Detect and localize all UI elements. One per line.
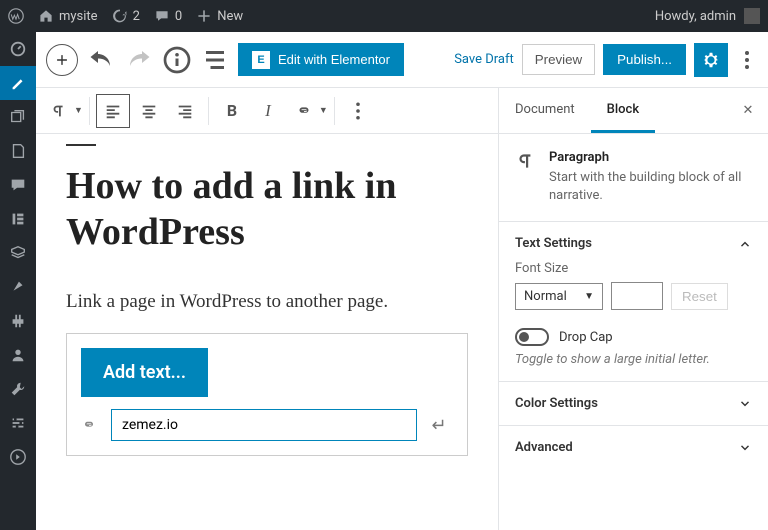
new-link[interactable]: New bbox=[196, 8, 243, 24]
chevron-down-icon: ▼ bbox=[584, 291, 594, 302]
editor-canvas: ▼ B I ▼ How to add a link in WordPress L… bbox=[36, 88, 498, 530]
font-size-label: Font Size bbox=[515, 261, 752, 276]
align-right-button[interactable] bbox=[168, 94, 202, 128]
avatar[interactable] bbox=[744, 8, 760, 24]
title-separator bbox=[66, 144, 96, 146]
chevron-down-icon bbox=[738, 441, 752, 455]
font-size-select[interactable]: Normal▼ bbox=[515, 283, 603, 310]
section-text-settings: Text Settings Font Size Normal▼ Reset Dr… bbox=[499, 222, 768, 382]
align-left-button[interactable] bbox=[96, 94, 130, 128]
elementor-icon: E bbox=[252, 51, 270, 69]
chevron-up-icon bbox=[738, 237, 752, 251]
sidebar-comments-icon[interactable] bbox=[0, 168, 36, 202]
sidebar-elementor-icon[interactable] bbox=[0, 202, 36, 236]
section-color-settings: Color Settings bbox=[499, 382, 768, 426]
block-more-button[interactable] bbox=[341, 94, 375, 128]
sidebar-pages-icon[interactable] bbox=[0, 134, 36, 168]
drop-cap-hint: Toggle to show a large initial letter. bbox=[515, 352, 752, 367]
sidebar-appearance-icon[interactable] bbox=[0, 270, 36, 304]
more-menu-button[interactable] bbox=[736, 51, 758, 69]
text-settings-toggle[interactable]: Text Settings bbox=[515, 236, 752, 251]
section-advanced: Advanced bbox=[499, 426, 768, 469]
publish-button[interactable]: Publish... bbox=[603, 44, 686, 75]
link-url-input[interactable] bbox=[111, 409, 417, 441]
sidebar-posts-icon[interactable] bbox=[0, 66, 36, 100]
admin-sidebar bbox=[0, 32, 36, 530]
editing-block[interactable]: Add text... ↵ bbox=[66, 333, 468, 456]
sidebar-settings-icon[interactable] bbox=[0, 406, 36, 440]
editor: EEdit with Elementor Save Draft Preview … bbox=[36, 32, 768, 530]
sidebar-collapse-icon[interactable] bbox=[0, 440, 36, 474]
site-name: mysite bbox=[59, 9, 98, 24]
add-block-button[interactable] bbox=[46, 44, 78, 76]
preview-button[interactable]: Preview bbox=[522, 44, 595, 75]
page-title[interactable]: How to add a link in WordPress bbox=[66, 164, 468, 255]
block-toolbar: ▼ B I ▼ bbox=[36, 88, 498, 134]
block-type-desc: Start with the building block of all nar… bbox=[549, 169, 752, 205]
link-icon bbox=[81, 417, 103, 433]
settings-sidebar: Document Block ✕ Paragraph Start with th… bbox=[498, 88, 768, 530]
sidebar-tools-icon[interactable] bbox=[0, 372, 36, 406]
info-button[interactable] bbox=[162, 45, 192, 75]
tab-document[interactable]: Document bbox=[499, 88, 591, 133]
tab-block[interactable]: Block bbox=[591, 88, 655, 133]
save-draft-link[interactable]: Save Draft bbox=[454, 52, 514, 67]
paragraph-icon bbox=[515, 150, 537, 172]
block-type-title: Paragraph bbox=[549, 150, 752, 165]
settings-toggle-button[interactable] bbox=[694, 43, 728, 77]
color-settings-toggle[interactable]: Color Settings bbox=[515, 396, 752, 411]
align-center-button[interactable] bbox=[132, 94, 166, 128]
add-text-placeholder[interactable]: Add text... bbox=[81, 348, 208, 397]
close-panel-button[interactable]: ✕ bbox=[728, 88, 768, 133]
paragraph-block[interactable]: Link a page in WordPress to another page… bbox=[66, 291, 468, 313]
outline-button[interactable] bbox=[200, 45, 230, 75]
sidebar-media-icon[interactable] bbox=[0, 100, 36, 134]
sidebar-plugins-icon[interactable] bbox=[0, 304, 36, 338]
new-label: New bbox=[217, 9, 243, 24]
sidebar-users-icon[interactable] bbox=[0, 338, 36, 372]
editor-top-toolbar: EEdit with Elementor Save Draft Preview … bbox=[36, 32, 768, 88]
block-type-button[interactable] bbox=[42, 94, 76, 128]
sidebar-templates-icon[interactable] bbox=[0, 236, 36, 270]
link-submit-button[interactable]: ↵ bbox=[425, 415, 453, 436]
elementor-label: Edit with Elementor bbox=[278, 52, 390, 67]
panel-tabs: Document Block ✕ bbox=[499, 88, 768, 134]
undo-button[interactable] bbox=[86, 45, 116, 75]
sidebar-dashboard-icon[interactable] bbox=[0, 32, 36, 66]
updates-link[interactable]: 2 bbox=[112, 8, 140, 24]
link-button[interactable] bbox=[287, 94, 321, 128]
redo-button[interactable] bbox=[124, 45, 154, 75]
block-description: Paragraph Start with the building block … bbox=[499, 134, 768, 222]
comments-count: 0 bbox=[175, 9, 182, 24]
plus-icon bbox=[196, 8, 212, 24]
home-icon bbox=[38, 8, 54, 24]
link-popover: ↵ bbox=[81, 409, 453, 441]
wp-logo-icon[interactable] bbox=[8, 8, 24, 24]
chevron-down-icon: ▼ bbox=[319, 105, 328, 116]
content-area[interactable]: How to add a link in WordPress Link a pa… bbox=[36, 134, 498, 530]
refresh-icon bbox=[112, 8, 128, 24]
comment-icon bbox=[154, 8, 170, 24]
gear-icon bbox=[702, 51, 720, 69]
howdy-text[interactable]: Howdy, admin bbox=[655, 9, 736, 24]
font-size-number-input[interactable] bbox=[611, 282, 663, 310]
updates-count: 2 bbox=[133, 9, 140, 24]
reset-button[interactable]: Reset bbox=[671, 283, 728, 310]
italic-button[interactable]: I bbox=[251, 94, 285, 128]
chevron-down-icon bbox=[738, 397, 752, 411]
chevron-down-icon: ▼ bbox=[74, 105, 83, 116]
admin-bar: mysite 2 0 New Howdy, admin bbox=[0, 0, 768, 32]
drop-cap-toggle[interactable] bbox=[515, 328, 549, 346]
bold-button[interactable]: B bbox=[215, 94, 249, 128]
drop-cap-label: Drop Cap bbox=[559, 330, 613, 345]
site-link[interactable]: mysite bbox=[38, 8, 98, 24]
elementor-button[interactable]: E Edit with Elementor bbox=[238, 43, 404, 76]
advanced-toggle[interactable]: Advanced bbox=[515, 440, 752, 455]
comments-link[interactable]: 0 bbox=[154, 8, 182, 24]
